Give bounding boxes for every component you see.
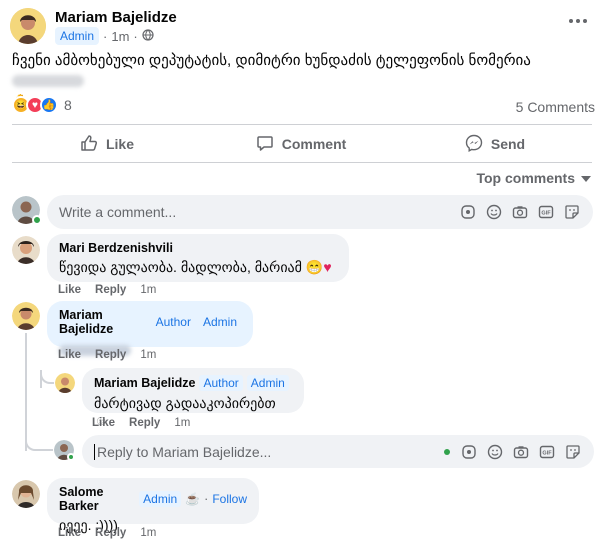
sticker-icon[interactable] [564,443,582,461]
comment-reply-button[interactable]: Reply [129,417,160,429]
comment-count[interactable]: 5 Comments [516,99,595,115]
admin-badge[interactable]: Admin [55,27,100,45]
send-label: Send [490,136,526,152]
post-meta: Admin · 1m · [55,27,154,45]
thumbs-up-icon [80,134,98,155]
composer-placeholder: Write a comment... [59,204,177,220]
commenter-name-row: Mariam Bajelidze Author Admin [94,375,292,391]
commenter-name[interactable]: Mariam Bajelidze [94,376,195,390]
avatar-sticker-icon[interactable] [459,203,477,221]
post-time[interactable]: 1m [111,29,129,44]
commenter-name[interactable]: Mari Berdzenishvili [59,241,337,255]
globe-icon [142,28,154,44]
comment-time[interactable]: 1m [140,284,156,296]
comment-actions: Like Reply 1m [58,527,156,539]
comment-label: Comment [281,136,347,152]
comment-text: წევიდა გულაობა. მადლობა, მარიამ 😁♥ [59,259,332,275]
commenter-avatar[interactable] [12,236,40,264]
reaction-count: 8 [64,97,72,113]
avatar-sticker-icon[interactable] [460,443,478,461]
caret-down-icon [581,170,591,186]
comment-like-button[interactable]: Like [58,527,81,539]
comment-icon [256,134,274,155]
follow-link[interactable]: Follow [212,492,247,506]
reply-placeholder: Reply to Mariam Bajelidze... [97,443,272,460]
comment-actions: Like Reply 1m [58,349,156,361]
comment-like-button[interactable]: Like [58,349,81,361]
post-body: ჩვენი ამბოხებული დეპუტატის, დიმიტრი ხუნდ… [12,51,592,111]
commenter-avatar[interactable] [12,480,40,508]
sort-comments-dropdown[interactable]: Top comments [476,170,591,186]
camera-icon[interactable] [512,443,530,461]
comment-like-button[interactable]: Like [92,417,115,429]
author-badge: Author [151,314,195,330]
commenter-avatar[interactable] [55,373,75,393]
reaction-summary[interactable]: 😆 ♥ 👍 8 [12,96,72,114]
comment-actions: Like Reply 1m [58,284,156,296]
emoji-icon[interactable] [486,443,504,461]
comment-bubble: Mari Berdzenishvili წევიდა გულაობა. მადლ… [47,234,349,282]
gif-icon[interactable]: GIF [537,203,555,221]
comment-button[interactable]: Comment [206,130,396,158]
admin-badge: Admin [198,314,241,330]
grin-emoji: 😁 [305,259,324,275]
emoji-icon[interactable] [485,203,503,221]
redacted-phone-number [12,75,84,88]
like-reaction-icon: 👍 [40,96,58,114]
more-options-icon[interactable] [568,14,588,26]
camera-icon[interactable] [511,203,529,221]
post-author-name[interactable]: Mariam Bajelidze [55,9,177,26]
reply-connector-curve [25,437,53,451]
comment-bubble: Salome Barker Admin ☕ · Follow იეეე. :))… [47,478,259,533]
comment-reply-button[interactable]: Reply [95,284,126,296]
author-badge: Author [199,375,243,391]
online-status-dot [67,453,75,461]
divider [12,124,592,125]
svg-text:GIF: GIF [541,211,551,217]
commenter-name[interactable]: Salome Barker [59,485,135,513]
gif-icon[interactable]: GIF [538,443,556,461]
comment-time[interactable]: 1m [140,349,156,361]
commenter-name-row: Salome Barker Admin ☕ · Follow [59,485,247,513]
reply-bubble: Mariam Bajelidze Author Admin მარტივად გ… [82,368,304,428]
messenger-icon [465,134,483,155]
composer-tools: GIF [459,203,581,221]
reply-composer[interactable]: Reply to Mariam Bajelidze... GIF [82,435,594,468]
admin-badge: Admin [246,375,289,391]
commenter-avatar[interactable] [12,302,40,330]
svg-text:GIF: GIF [542,450,552,456]
comment-reply-button[interactable]: Reply [95,527,126,539]
comment-like-button[interactable]: Like [58,284,81,296]
comment-actions: Like Reply 1m [92,417,190,429]
comment-time[interactable]: 1m [174,417,190,429]
like-button[interactable]: Like [12,130,202,158]
sort-label: Top comments [476,170,575,186]
online-status-dot [32,215,42,225]
commenter-name[interactable]: Mariam Bajelidze [59,308,148,336]
comment-bubble: Mariam Bajelidze Author Admin [47,301,253,356]
post-author-avatar[interactable] [10,8,46,44]
comment-reply-button[interactable]: Reply [95,349,126,361]
send-button[interactable]: Send [400,130,590,158]
commenter-name-row: Mariam Bajelidze Author Admin [59,308,241,336]
text-cursor [94,443,95,460]
sticker-icon[interactable] [563,203,581,221]
heart-emoji: ♥ [323,259,332,275]
waving-hand-emoji: ✋ [12,91,592,111]
coffee-icon: ☕ [185,492,201,506]
admin-badge: Admin [139,491,182,507]
typing-indicator-dot [444,448,450,455]
reply-tools: GIF [460,443,582,461]
thread-line [25,333,27,451]
comment-composer[interactable]: Write a comment... GIF [47,195,593,229]
divider [12,162,592,163]
post-text: ჩვენი ამბოხებული დეპუტატის, დიმიტრი ხუნდ… [12,52,531,69]
comment-time[interactable]: 1m [140,527,156,539]
reply-connector-curve [40,370,54,384]
like-label: Like [105,136,134,152]
